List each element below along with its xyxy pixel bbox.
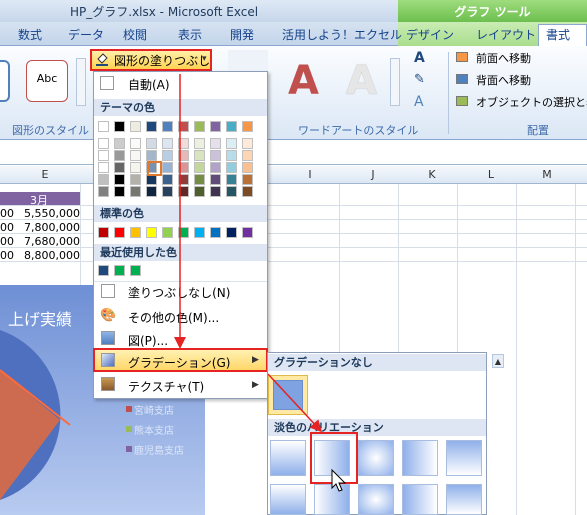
- annotation-overlay: [174, 74, 347, 492]
- mouse-cursor-icon: [331, 468, 347, 492]
- annotation-arrow: [267, 373, 323, 433]
